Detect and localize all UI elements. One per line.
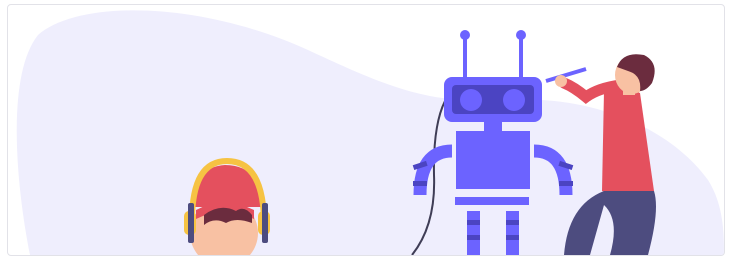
illustration-card <box>7 4 725 256</box>
robot-building-illustration <box>16 10 724 255</box>
